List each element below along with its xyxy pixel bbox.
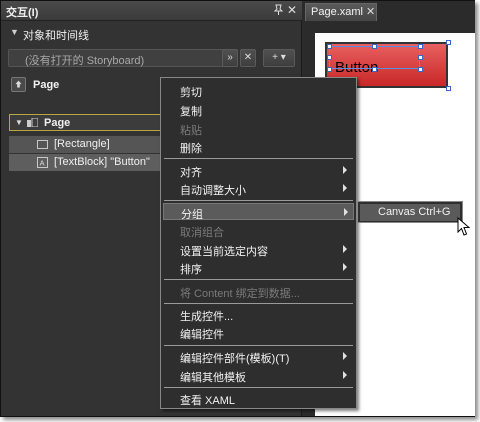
tab-page-xaml[interactable]: Page.xaml ✕ bbox=[305, 3, 377, 21]
selection-handle[interactable] bbox=[418, 67, 423, 72]
menu-separator bbox=[164, 387, 353, 388]
submenu-item-canvas[interactable]: Canvas Ctrl+G bbox=[360, 204, 460, 221]
textblock-icon: A bbox=[37, 157, 48, 168]
menu-item-make-control[interactable]: 生成控件... bbox=[163, 306, 354, 323]
submenu-arrow-icon bbox=[343, 166, 347, 174]
menu-item-label: 自动调整大小 bbox=[180, 185, 246, 197]
pin-icon[interactable] bbox=[272, 4, 284, 16]
selection-handle[interactable] bbox=[327, 67, 332, 72]
menu-item-edit-control[interactable]: 编辑控件 bbox=[163, 324, 354, 341]
submenu-arrow-icon bbox=[343, 352, 347, 360]
tree-item-label: Page bbox=[44, 117, 71, 129]
menu-item-label: 排序 bbox=[180, 264, 202, 276]
menu-separator bbox=[164, 200, 353, 201]
menu-item-paste[interactable]: 粘贴 bbox=[163, 120, 354, 137]
scope-page[interactable]: Page bbox=[11, 75, 131, 97]
menu-item-edit-other-templates[interactable]: 编辑其他模板 bbox=[163, 367, 354, 384]
submenu-arrow-icon bbox=[343, 184, 347, 192]
menu-item-set-selection[interactable]: 设置当前选定内容 bbox=[163, 241, 354, 258]
menu-item-label: 编辑控件部件(模板)(T) bbox=[180, 353, 290, 365]
menu-item-copy[interactable]: 复制 bbox=[163, 101, 354, 118]
selection-handle[interactable] bbox=[446, 86, 451, 91]
close-icon: ✕ bbox=[243, 52, 253, 63]
menu-item-edit-template[interactable]: 编辑控件部件(模板)(T) bbox=[163, 348, 354, 365]
objects-timeline-header[interactable]: ▼ 对象和时间线 bbox=[1, 25, 302, 43]
menu-item-ungroup[interactable]: 取消组合 bbox=[163, 222, 354, 239]
selection-handle[interactable] bbox=[418, 55, 423, 60]
selection-handle[interactable] bbox=[327, 44, 332, 49]
menu-item-label: 删除 bbox=[180, 143, 202, 155]
close-storyboard-button[interactable]: ✕ bbox=[240, 49, 256, 67]
menu-item-delete[interactable]: 删除 bbox=[163, 138, 354, 155]
submenu-arrow-icon bbox=[343, 263, 347, 271]
context-menu: 剪切 复制 粘贴 删除 对齐 自动调整大小 分组 取消组合 设置当前选定内容 排… bbox=[160, 77, 357, 409]
selection-handle[interactable] bbox=[372, 67, 377, 72]
menu-item-bind-content[interactable]: 将 Content 绑定到数据... bbox=[163, 283, 354, 300]
menu-separator bbox=[164, 279, 353, 280]
mouse-cursor-icon bbox=[457, 217, 471, 236]
selection-handle[interactable] bbox=[418, 44, 423, 49]
menu-item-label: 编辑其他模板 bbox=[180, 372, 246, 384]
tab-close-icon[interactable]: ✕ bbox=[366, 5, 375, 18]
selection-box bbox=[329, 46, 420, 69]
menu-separator bbox=[164, 345, 353, 346]
section-title: 对象和时间线 bbox=[23, 30, 89, 42]
selection-handle[interactable] bbox=[446, 40, 451, 45]
submenu-arrow-icon bbox=[343, 371, 347, 379]
selection-handle[interactable] bbox=[327, 55, 332, 60]
expand-arrow-icon[interactable]: ▼ bbox=[15, 118, 23, 127]
menu-item-cut[interactable]: 剪切 bbox=[163, 82, 354, 99]
menu-item-order[interactable]: 排序 bbox=[163, 259, 354, 276]
storyboard-placeholder: (没有打开的 Storyboard) bbox=[25, 55, 145, 67]
menu-separator bbox=[164, 158, 353, 159]
rectangle-icon bbox=[37, 140, 48, 149]
menu-item-label: 设置当前选定内容 bbox=[180, 246, 268, 258]
menu-item-label: 分组 bbox=[181, 209, 203, 221]
submenu-item-label: Canvas Ctrl+G bbox=[378, 206, 451, 218]
svg-text:A: A bbox=[40, 158, 45, 167]
layout-root-icon bbox=[27, 118, 38, 127]
menu-item-view-xaml[interactable]: 查看 XAML bbox=[163, 390, 354, 407]
menu-item-label: 查看 XAML bbox=[180, 395, 236, 407]
scope-label: Page bbox=[33, 79, 60, 91]
selection-handle[interactable] bbox=[372, 44, 377, 49]
new-storyboard-button[interactable]: + ▾ bbox=[263, 49, 295, 67]
storyboard-picker[interactable]: (没有打开的 Storyboard) bbox=[8, 49, 238, 67]
menu-item-auto-size[interactable]: 自动调整大小 bbox=[163, 180, 354, 197]
menu-item-label: 将 Content 绑定到数据... bbox=[180, 288, 300, 300]
menu-item-label: 取消组合 bbox=[180, 227, 224, 239]
tree-item-label: [TextBlock] "Button" bbox=[54, 156, 150, 168]
menu-item-label: 粘贴 bbox=[180, 125, 202, 137]
submenu-arrow-icon bbox=[343, 245, 347, 253]
menu-item-label: 生成控件... bbox=[180, 311, 234, 323]
menu-item-label: 对齐 bbox=[180, 167, 202, 179]
panel-header: 交互(I) ✕ bbox=[1, 1, 302, 21]
app-window: 交互(I) ✕ ▼ 对象和时间线 (没有打开的 Storyboard) » ✕ … bbox=[0, 0, 475, 417]
tab-label: Page.xaml bbox=[311, 6, 363, 18]
panel-title: 交互(I) bbox=[6, 7, 39, 19]
menu-item-group[interactable]: 分组 bbox=[163, 203, 354, 221]
menu-item-label: 剪切 bbox=[180, 87, 202, 99]
menu-item-label: 复制 bbox=[180, 106, 202, 118]
menu-item-label: 编辑控件 bbox=[180, 329, 224, 341]
menu-item-align[interactable]: 对齐 bbox=[163, 162, 354, 179]
double-chevron-icon: » bbox=[227, 52, 233, 63]
tree-item-label: [Rectangle] bbox=[54, 138, 110, 150]
add-storyboard-label: + ▾ bbox=[272, 52, 286, 63]
menu-separator bbox=[164, 303, 353, 304]
submenu-arrow-icon bbox=[344, 208, 348, 216]
storyboard-dropdown-button[interactable]: » bbox=[222, 49, 238, 67]
group-submenu: Canvas Ctrl+G bbox=[357, 201, 463, 223]
collapse-arrow-icon: ▼ bbox=[10, 27, 19, 37]
panel-close-icon[interactable]: ✕ bbox=[287, 3, 297, 17]
scope-up-icon bbox=[11, 77, 26, 92]
